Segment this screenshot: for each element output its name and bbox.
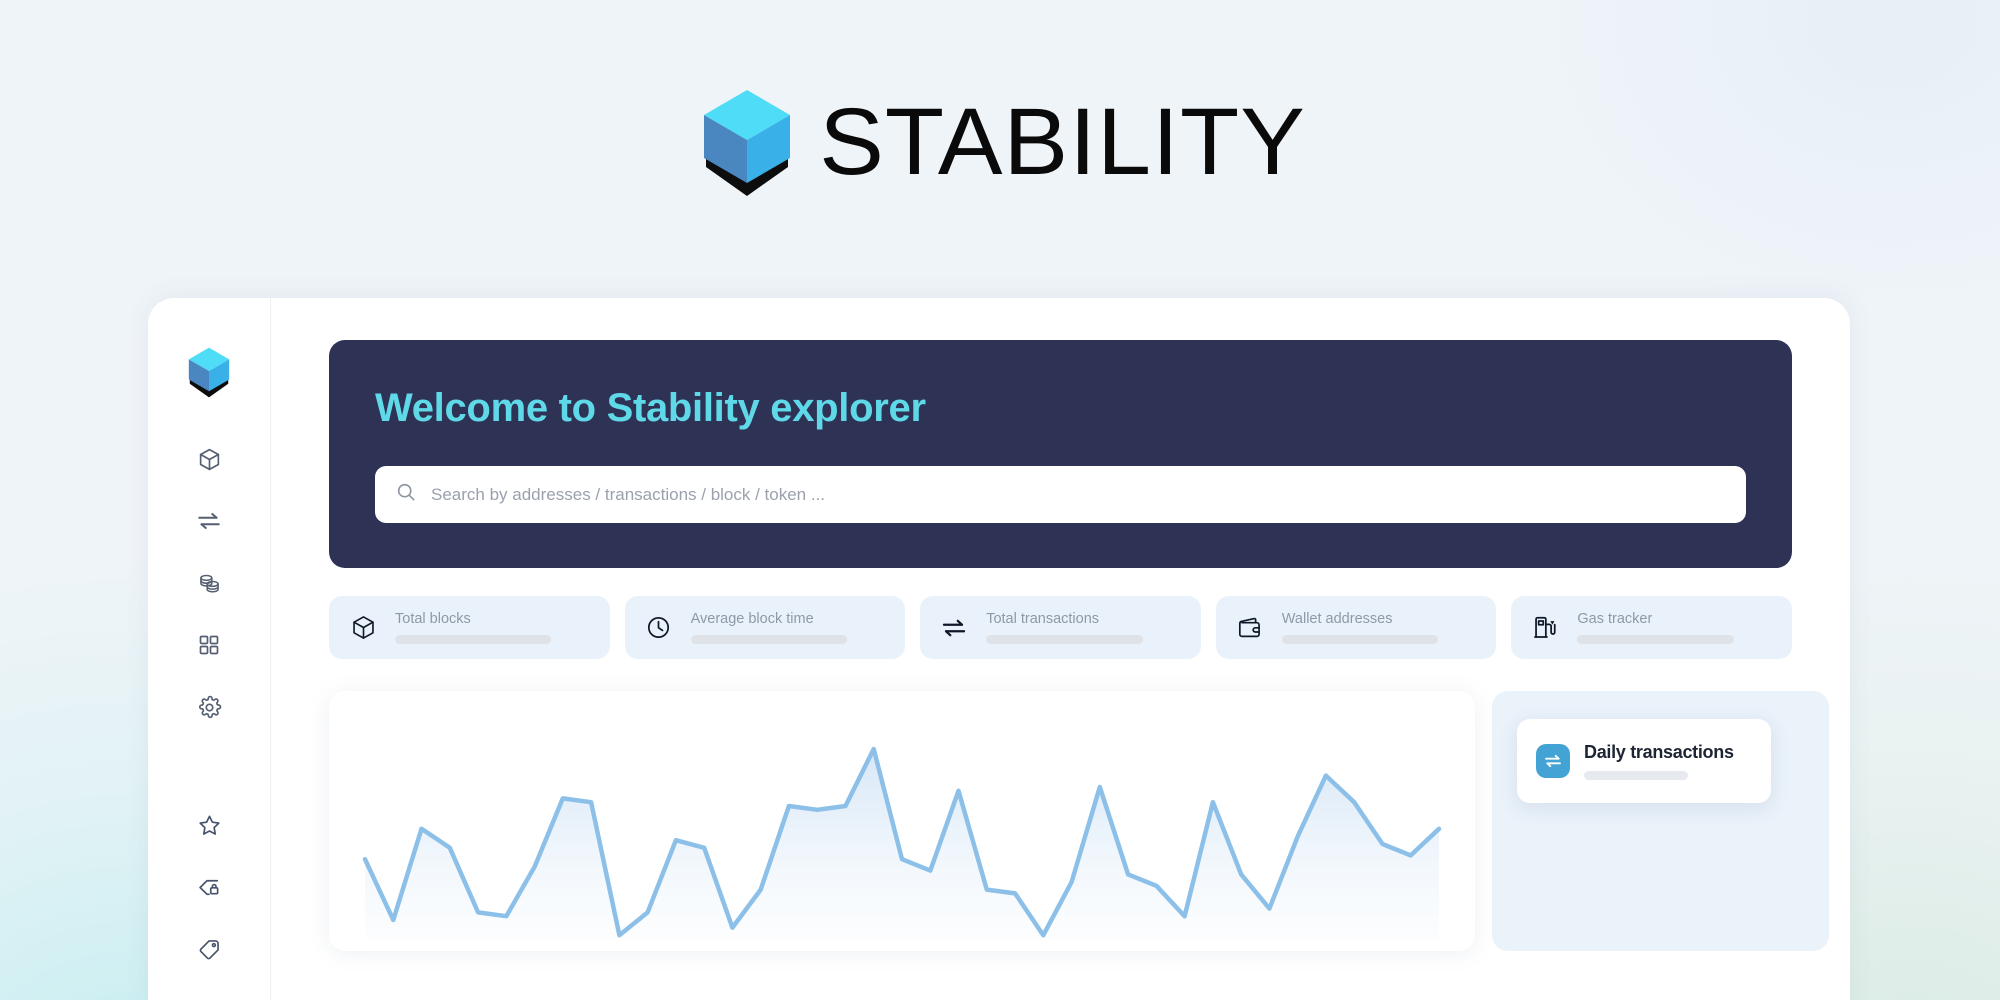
sidebar-item-watchlist[interactable]	[186, 802, 232, 848]
stat-card-wallet-addresses[interactable]: Wallet addresses	[1215, 596, 1497, 659]
stat-label: Total blocks	[395, 610, 471, 627]
dashboard-lower-row: Daily transactions	[329, 691, 1829, 951]
sidebar-item-private-tags[interactable]	[186, 864, 232, 910]
page-title: Welcome to Stability explorer	[375, 386, 926, 430]
stat-card-total-transactions[interactable]: Total transactions	[920, 596, 1201, 659]
transactions-chart-card	[329, 691, 1475, 951]
stat-label: Average block time	[690, 610, 814, 627]
daily-transactions-title: Daily transactions	[1584, 742, 1734, 762]
sidebar-item-public-tags[interactable]	[186, 926, 232, 972]
stat-label: Wallet addresses	[1281, 610, 1393, 627]
stat-label: Gas tracker	[1577, 610, 1653, 627]
sidebar-logo[interactable]	[186, 346, 232, 398]
tag-icon	[197, 937, 222, 962]
daily-transactions-card[interactable]: Daily transactions	[1517, 719, 1771, 803]
tag-lock-icon	[197, 875, 222, 900]
stat-value-skeleton	[1281, 635, 1439, 645]
stats-row: Total blocks Average block time Total tr…	[329, 596, 1792, 659]
swap-arrows-icon	[939, 613, 969, 643]
main-content: Welcome to Stability explorer Search by …	[271, 298, 1850, 1000]
coins-stack-icon	[197, 571, 222, 596]
gear-icon	[197, 695, 222, 720]
welcome-banner: Welcome to Stability explorer	[329, 340, 1792, 568]
gas-pump-icon	[1530, 613, 1560, 643]
swap-arrows-icon	[196, 508, 222, 534]
sidebar-item-blocks[interactable]	[186, 436, 232, 482]
cube-icon	[197, 447, 222, 472]
clock-icon	[644, 613, 674, 643]
stat-card-average-block-time[interactable]: Average block time	[624, 596, 906, 659]
swap-arrows-icon	[1536, 744, 1570, 778]
transactions-area-chart	[362, 746, 1442, 939]
search-icon	[395, 481, 417, 508]
brand-wordmark: STABILITY	[819, 88, 1307, 195]
stat-value-skeleton	[395, 635, 552, 645]
daily-transactions-skeleton	[1584, 771, 1689, 780]
sidebar-item-tokens[interactable]	[186, 560, 232, 606]
stat-label: Total transactions	[986, 610, 1100, 627]
app-window: Welcome to Stability explorer Search by …	[148, 298, 1850, 1000]
stat-card-gas-tracker[interactable]: Gas tracker	[1511, 596, 1792, 659]
stat-value-skeleton	[1577, 635, 1734, 645]
grid-apps-icon	[197, 633, 221, 657]
search-input[interactable]	[431, 484, 1726, 505]
cube-outline-icon	[348, 613, 378, 643]
stat-value-skeleton	[986, 635, 1143, 645]
stat-card-total-blocks[interactable]: Total blocks	[329, 596, 610, 659]
sidebar-item-transactions[interactable]	[186, 498, 232, 544]
stat-value-skeleton	[690, 635, 848, 645]
sidebar-item-apps[interactable]	[186, 622, 232, 668]
wallet-icon	[1235, 613, 1265, 643]
sidebar-item-settings[interactable]	[186, 684, 232, 730]
star-icon	[197, 813, 222, 838]
brand-header: STABILITY	[0, 86, 2000, 198]
search-bar[interactable]	[375, 466, 1746, 523]
stability-cube-logo-icon	[698, 88, 796, 196]
sidebar	[148, 298, 271, 1000]
